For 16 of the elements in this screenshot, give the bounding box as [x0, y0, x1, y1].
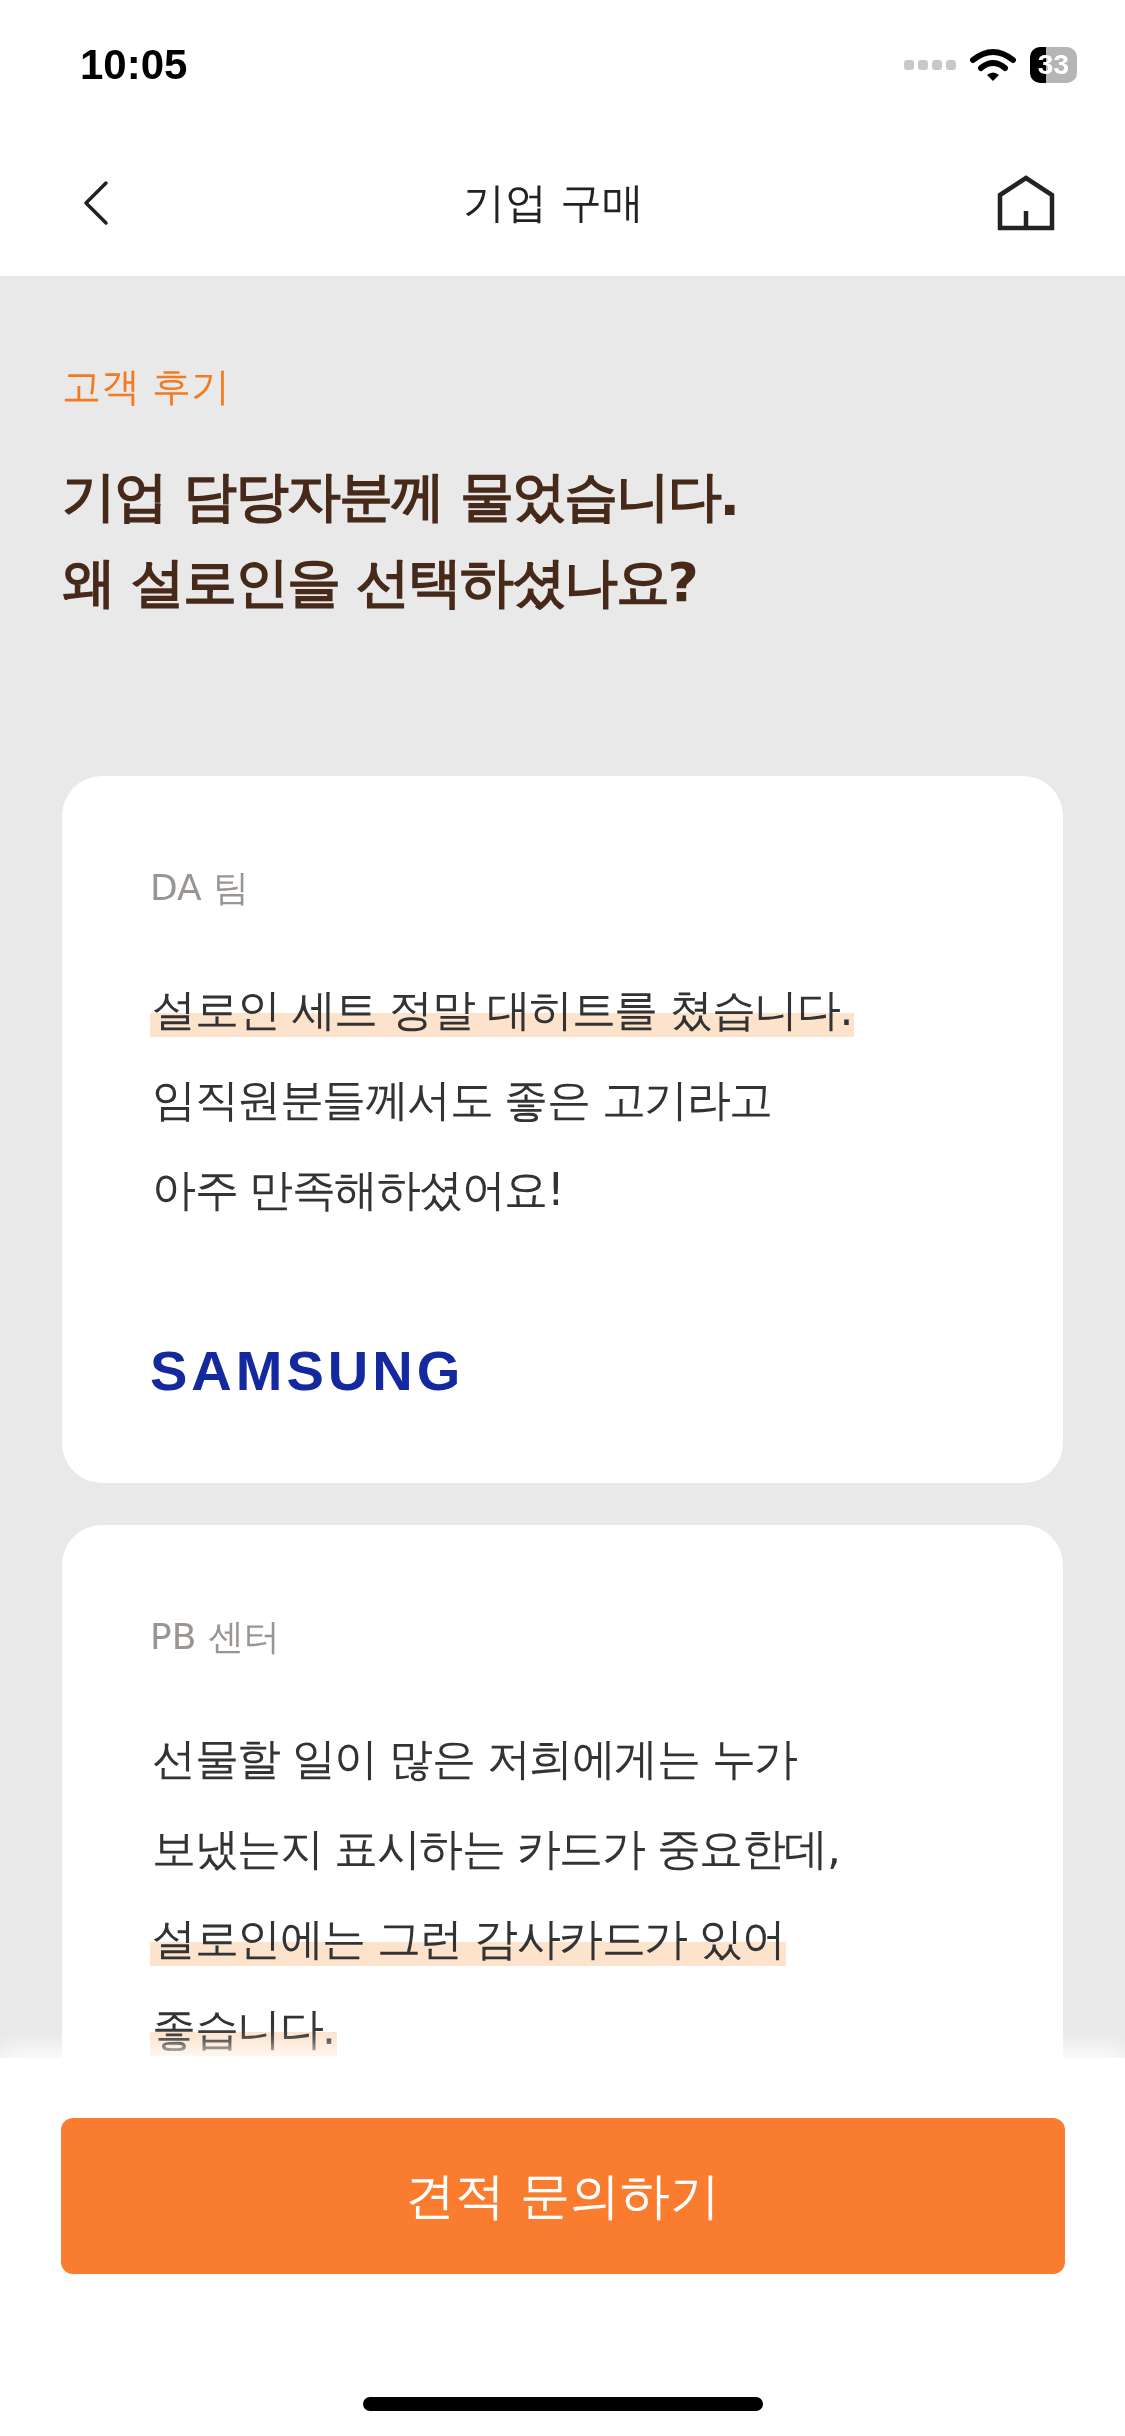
company-logo: SAMSUNG	[150, 1343, 466, 1399]
nav-title: 기업 구매	[462, 177, 645, 229]
team-label: DA 팀	[150, 866, 251, 910]
home-icon[interactable]	[997, 175, 1055, 231]
back-icon[interactable]	[82, 180, 110, 226]
review-text: 선물할 일이 많은 저희에게는 누가	[151, 1731, 798, 1786]
status-time: 10:05	[80, 41, 188, 89]
review-text: 보냈는지 표시하는 카드가 중요한데,	[151, 1821, 841, 1876]
quote-inquiry-button[interactable]: 견적 문의하기	[60, 2118, 1065, 2274]
section-headline: 기업 담당자분께 물었습니다. 왜 설로인을 선택하셨나요?	[62, 464, 740, 616]
review-text: 아주 만족해하셨어요!	[151, 1162, 565, 1217]
section-eyebrow: 고객 후기	[62, 363, 232, 411]
signal-icon	[903, 58, 956, 72]
review-text: 임직원분들께서도 좋은 고기라고	[151, 1072, 773, 1127]
wifi-icon	[969, 48, 1016, 82]
team-label: PB 센터	[150, 1615, 281, 1659]
